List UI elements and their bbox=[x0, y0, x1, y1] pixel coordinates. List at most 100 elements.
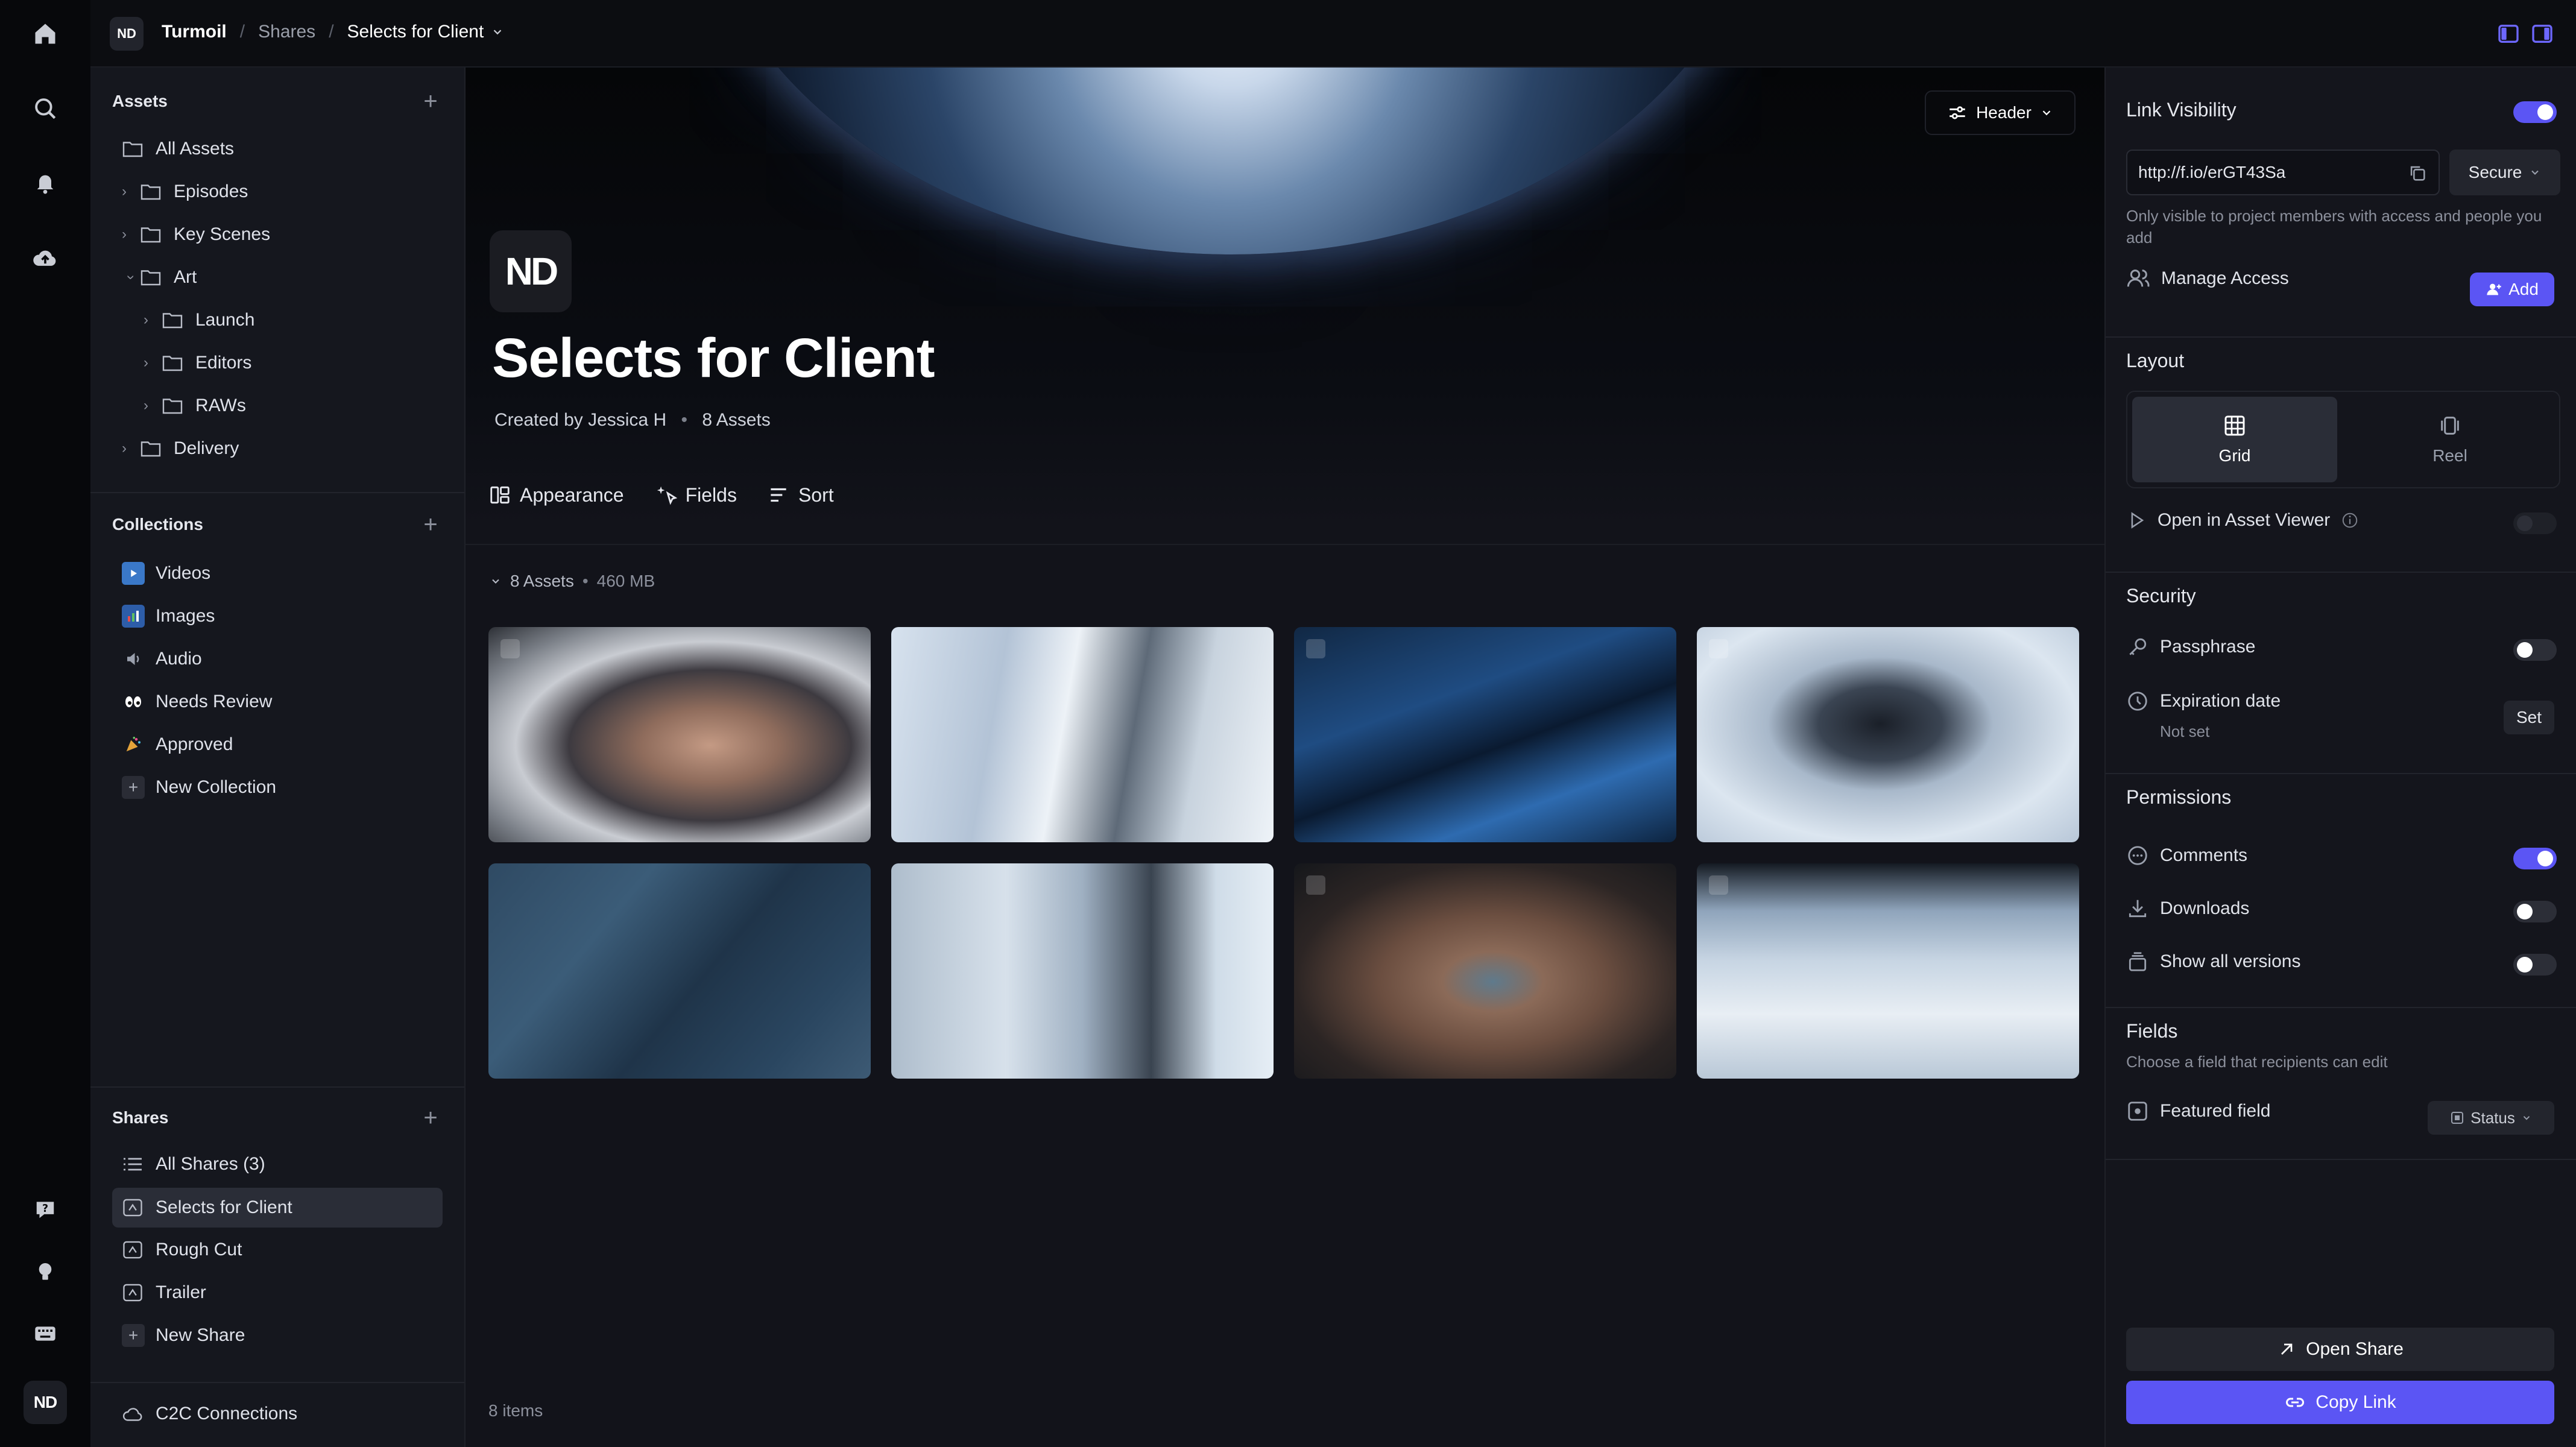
image-collection-icon bbox=[122, 605, 145, 628]
share-label: Rough Cut bbox=[156, 1240, 242, 1259]
asset-thumbnail[interactable] bbox=[1697, 863, 2079, 1079]
show-versions-toggle[interactable] bbox=[2513, 954, 2557, 976]
chevron-right-icon[interactable]: › bbox=[144, 355, 162, 371]
add-share-icon[interactable]: + bbox=[421, 1106, 440, 1130]
speaker-icon bbox=[122, 648, 145, 670]
info-icon[interactable] bbox=[2341, 511, 2359, 529]
fields-button[interactable]: Fields bbox=[654, 484, 737, 506]
manage-access-row[interactable]: Manage Access bbox=[2126, 266, 2289, 291]
tree-item-key-scenes[interactable]: › Key Scenes bbox=[122, 217, 270, 252]
link-visibility-toggle[interactable] bbox=[2513, 101, 2557, 123]
share-title[interactable]: Selects for Client bbox=[492, 327, 935, 390]
help-icon[interactable]: ? bbox=[24, 1188, 67, 1231]
collection-label: Needs Review bbox=[156, 692, 273, 711]
link-url-field[interactable]: http://f.io/erGT43Sa bbox=[2126, 150, 2440, 195]
share-item-selects-for-client[interactable]: Selects for Client bbox=[112, 1188, 443, 1228]
collection-item-audio[interactable]: Audio bbox=[122, 642, 202, 676]
folder-icon bbox=[140, 225, 174, 244]
asset-thumbnail[interactable] bbox=[891, 863, 1274, 1079]
tree-item-art[interactable]: › Art bbox=[122, 260, 197, 295]
chevron-right-icon[interactable]: › bbox=[122, 226, 140, 243]
tree-item-launch[interactable]: › Launch bbox=[144, 303, 254, 338]
share-item-all-shares[interactable]: All Shares (3) bbox=[122, 1147, 452, 1182]
svg-text:?: ? bbox=[42, 1203, 48, 1215]
bell-icon[interactable] bbox=[24, 162, 67, 205]
share-meta: Created by Jessica H • 8 Assets bbox=[494, 410, 771, 430]
open-share-button[interactable]: Open Share bbox=[2126, 1328, 2554, 1371]
chevron-down-icon bbox=[2521, 1112, 2532, 1123]
divider bbox=[2106, 1007, 2576, 1008]
versions-stack-icon bbox=[2126, 950, 2149, 973]
chevron-down-icon[interactable] bbox=[491, 25, 504, 39]
fields-note: Choose a field that recipients can edit bbox=[2126, 1053, 2388, 1071]
collection-item-needs-review[interactable]: Needs Review bbox=[122, 684, 272, 719]
chevron-right-icon[interactable]: › bbox=[144, 312, 162, 329]
collection-item-images[interactable]: Images bbox=[122, 599, 215, 634]
select-checkbox[interactable] bbox=[1709, 875, 1728, 895]
asset-thumbnail[interactable] bbox=[488, 627, 871, 842]
new-collection-button[interactable]: + New Collection bbox=[122, 770, 276, 805]
select-checkbox[interactable] bbox=[1306, 875, 1325, 895]
left-panel-icon[interactable] bbox=[2496, 22, 2521, 46]
asset-thumbnail[interactable] bbox=[1294, 627, 1676, 842]
chevron-down-icon[interactable] bbox=[490, 575, 502, 587]
keyboard-icon[interactable] bbox=[24, 1312, 67, 1355]
comments-row: Comments bbox=[2126, 844, 2247, 867]
asset-thumbnail[interactable] bbox=[1294, 863, 1676, 1079]
c2c-connections-item[interactable]: C2C Connections bbox=[122, 1396, 297, 1431]
breadcrumb-current[interactable]: Selects for Client bbox=[347, 22, 484, 42]
select-checkbox[interactable] bbox=[500, 639, 520, 658]
comments-toggle[interactable] bbox=[2513, 848, 2557, 869]
breadcrumb-workspace[interactable]: Turmoil bbox=[162, 22, 227, 42]
share-logo[interactable]: ND bbox=[490, 230, 572, 312]
copy-link-button[interactable]: Copy Link bbox=[2126, 1381, 2554, 1424]
add-people-button[interactable]: Add bbox=[2470, 273, 2554, 306]
set-expiration-button[interactable]: Set bbox=[2504, 701, 2554, 734]
collection-item-videos[interactable]: Videos bbox=[122, 556, 210, 591]
select-checkbox[interactable] bbox=[1709, 639, 1728, 658]
layout-grid-option[interactable]: Grid bbox=[2132, 397, 2337, 482]
upload-cloud-icon[interactable] bbox=[24, 236, 67, 280]
add-collection-icon[interactable]: + bbox=[421, 512, 440, 537]
open-in-viewer-toggle[interactable] bbox=[2513, 512, 2557, 534]
asset-thumbnail[interactable] bbox=[1697, 627, 2079, 842]
collection-item-approved[interactable]: Approved bbox=[122, 727, 233, 762]
security-select[interactable]: Secure bbox=[2449, 150, 2560, 195]
search-icon[interactable] bbox=[24, 87, 67, 130]
share-item-trailer[interactable]: Trailer bbox=[122, 1275, 206, 1310]
passphrase-toggle[interactable] bbox=[2513, 639, 2557, 661]
tree-item-editors[interactable]: › Editors bbox=[144, 345, 251, 380]
breadcrumb-shares[interactable]: Shares bbox=[258, 22, 315, 42]
user-avatar[interactable]: ND bbox=[24, 1381, 67, 1424]
downloads-row: Downloads bbox=[2126, 897, 2249, 920]
chevron-down-icon[interactable]: › bbox=[122, 268, 139, 286]
users-icon bbox=[2126, 266, 2150, 291]
chevron-right-icon[interactable]: › bbox=[144, 397, 162, 414]
layout-reel-option[interactable]: Reel bbox=[2344, 397, 2555, 482]
workspace-logo[interactable]: ND bbox=[110, 17, 144, 51]
home-icon[interactable] bbox=[24, 12, 67, 55]
right-panel-icon[interactable] bbox=[2530, 22, 2554, 46]
add-asset-icon[interactable]: + bbox=[421, 89, 440, 113]
header-settings-button[interactable]: Header bbox=[1925, 90, 2076, 135]
asset-group-header[interactable]: 8 Assets • 460 MB bbox=[490, 572, 655, 591]
share-item-rough-cut[interactable]: Rough Cut bbox=[122, 1232, 242, 1267]
appearance-button[interactable]: Appearance bbox=[488, 484, 624, 506]
tree-item-raws[interactable]: › RAWs bbox=[144, 388, 246, 423]
chevron-right-icon[interactable]: › bbox=[122, 183, 140, 200]
copy-icon[interactable] bbox=[2407, 163, 2428, 183]
tree-item-delivery[interactable]: › Delivery bbox=[122, 431, 239, 466]
chevron-down-icon bbox=[2040, 106, 2053, 119]
downloads-toggle[interactable] bbox=[2513, 901, 2557, 922]
tree-item-episodes[interactable]: › Episodes bbox=[122, 174, 248, 209]
tree-item-all-assets[interactable]: All Assets bbox=[122, 131, 234, 166]
asset-thumbnail[interactable] bbox=[891, 627, 1274, 842]
asset-thumbnail[interactable] bbox=[488, 863, 871, 1079]
new-share-button[interactable]: + New Share bbox=[122, 1318, 245, 1353]
chevron-right-icon[interactable]: › bbox=[122, 440, 140, 457]
list-icon bbox=[122, 1155, 156, 1173]
lightbulb-icon[interactable] bbox=[24, 1250, 67, 1294]
select-checkbox[interactable] bbox=[1306, 639, 1325, 658]
sort-button[interactable]: Sort bbox=[767, 484, 834, 506]
featured-field-select[interactable]: Status bbox=[2428, 1101, 2554, 1135]
